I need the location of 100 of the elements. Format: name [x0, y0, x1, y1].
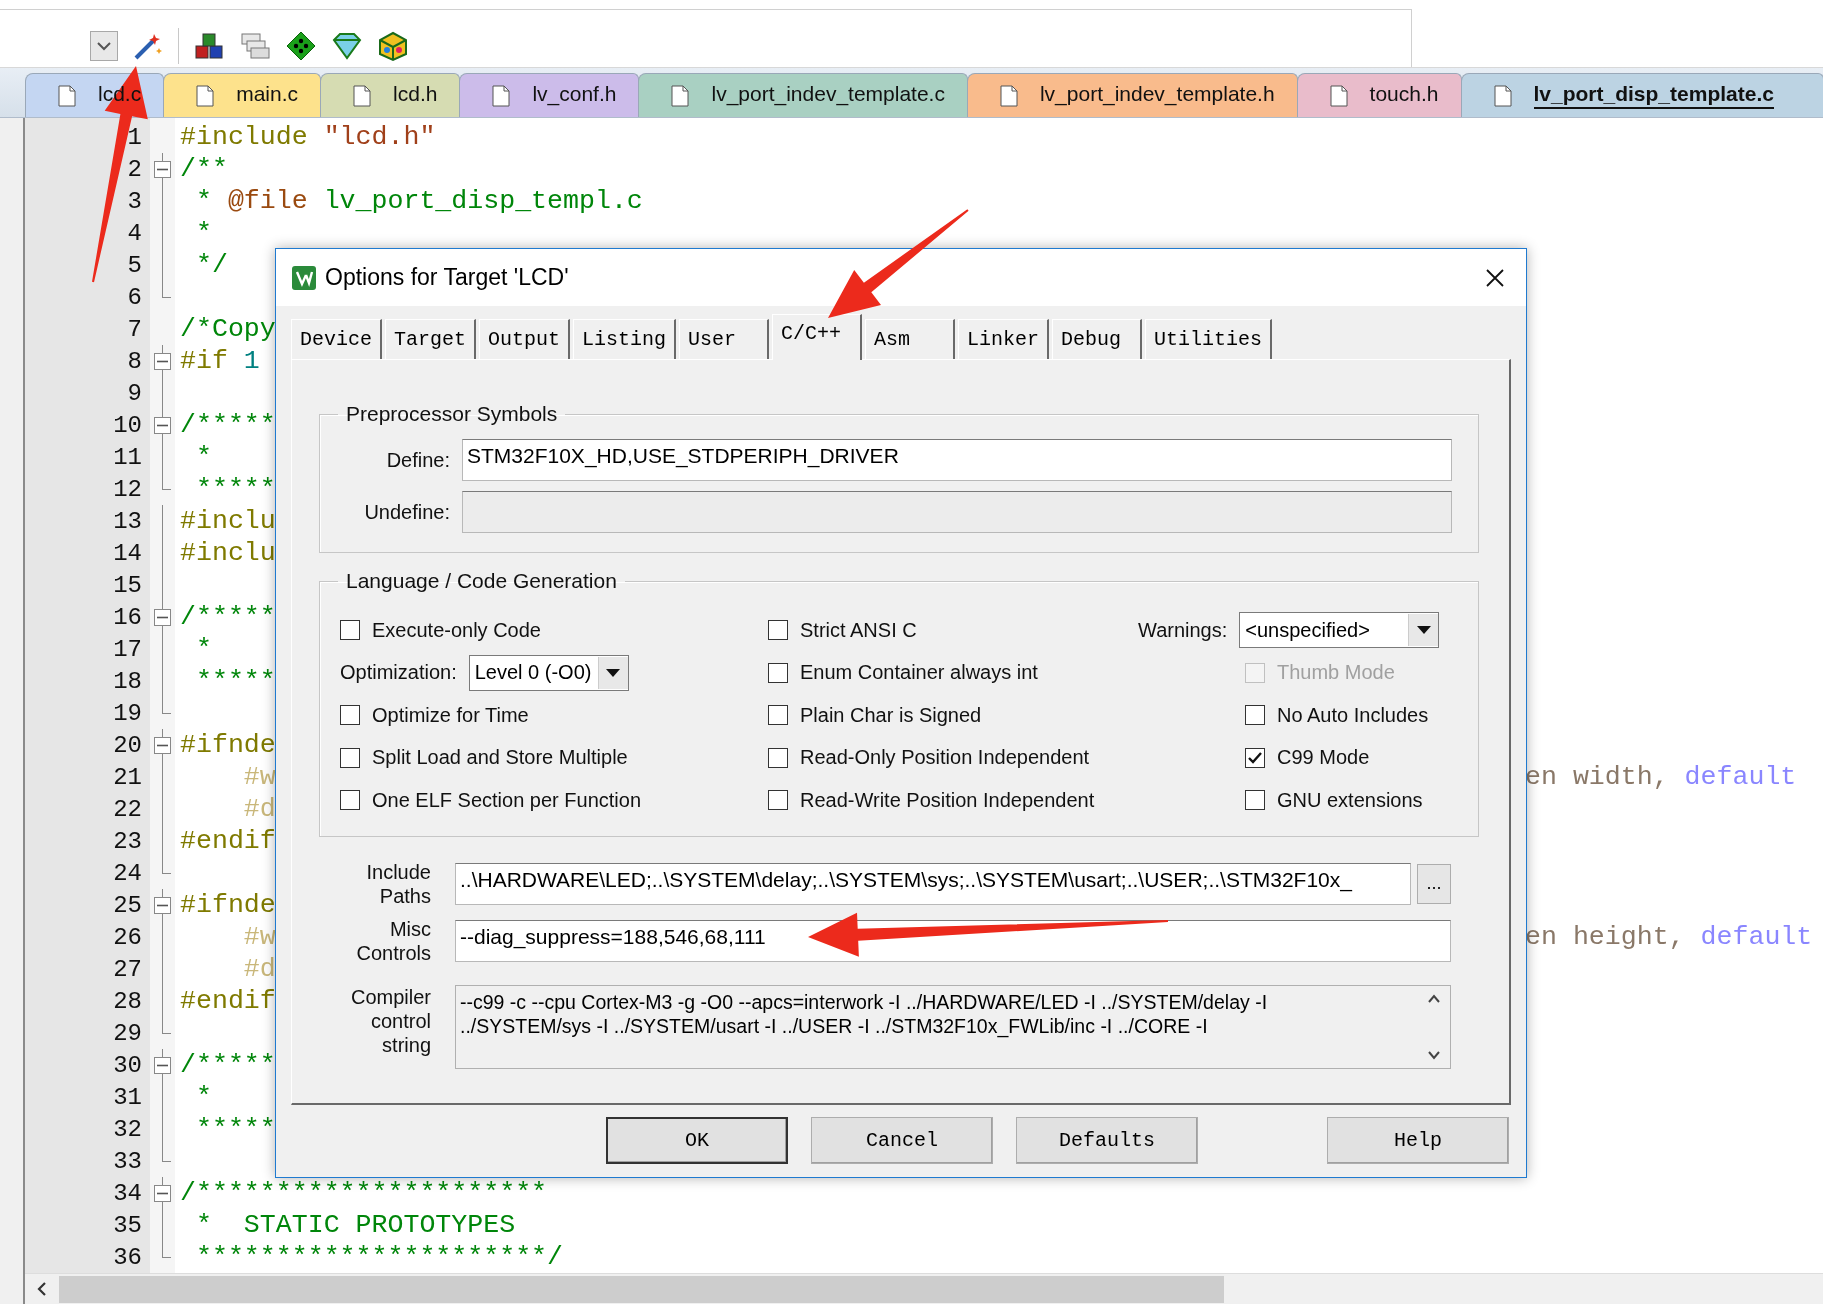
code-line: en height, default: [1525, 922, 1813, 952]
input-field[interactable]: STM32F10X_HD,USE_STDPERIPH_DRIVER: [462, 439, 1452, 481]
browse-button[interactable]: ...: [1417, 863, 1451, 904]
tab[interactable]: C/C++: [772, 314, 863, 360]
fold-toggle[interactable]: [154, 608, 171, 626]
chevron-icon: [96, 40, 112, 51]
file-icon: [492, 84, 511, 107]
dialog-button[interactable]: OK: [606, 1117, 788, 1164]
line-number: 31: [112, 1083, 143, 1111]
window-title: Options for Target 'LCD': [325, 264, 570, 291]
checkbox-label: Strict ANSI C: [800, 618, 917, 642]
file-tab[interactable]: lv_conf.h: [459, 73, 640, 117]
line-number: 27: [112, 955, 143, 983]
tab[interactable]: Linker: [958, 319, 1050, 359]
checkbox[interactable]: [1245, 790, 1265, 811]
checkbox-label: Read-Write Position Independent: [800, 788, 1095, 812]
file-tab[interactable]: touch.h: [1296, 73, 1462, 117]
checkbox[interactable]: [768, 620, 788, 641]
file-icon: [353, 84, 372, 107]
checkbox[interactable]: [340, 790, 360, 811]
code-line: #w: [242, 762, 276, 792]
line-number: 17: [112, 635, 143, 663]
line-number: 16: [112, 603, 143, 631]
caret-icon: [606, 668, 621, 677]
dropdown-button[interactable]: [90, 30, 118, 61]
code-line: *: [194, 634, 212, 664]
fold-toggle[interactable]: [154, 736, 171, 754]
line-number: 32: [112, 1115, 143, 1143]
code-line: #inclu: [180, 538, 276, 568]
close-icon: [1485, 267, 1505, 288]
code-line: * STATIC PROTOTYPES: [194, 1210, 516, 1240]
code-line: *: [194, 1082, 212, 1112]
line-number: 1: [126, 123, 143, 151]
file-tab[interactable]: main.c: [163, 73, 322, 117]
line-number: 15: [112, 571, 143, 599]
app-icon: [291, 264, 317, 291]
tab[interactable]: Device: [291, 319, 382, 359]
fold-toggle[interactable]: [154, 896, 171, 914]
line-number: 5: [126, 251, 143, 279]
tab[interactable]: Asm: [865, 319, 956, 359]
tab[interactable]: Output: [479, 319, 571, 359]
line-number: 19: [112, 699, 143, 727]
fold-toggle[interactable]: [154, 1056, 171, 1074]
line-number: 14: [112, 539, 143, 567]
line-number: 26: [112, 923, 143, 951]
checkbox[interactable]: [1245, 747, 1265, 768]
file-tab[interactable]: lv_port_indev_template.c: [638, 73, 968, 117]
line-number: 22: [112, 795, 143, 823]
field-label: Undefine:: [363, 500, 450, 524]
code-line: *****: [194, 1114, 276, 1144]
code-line: /**: [180, 154, 228, 184]
line-number: 20: [112, 731, 143, 759]
checkbox-label: One ELF Section per Function: [372, 788, 642, 812]
code-line: #ifnde: [180, 890, 276, 920]
checkbox-label: C99 Mode: [1277, 746, 1370, 770]
dialog-button[interactable]: Cancel: [811, 1117, 993, 1164]
package-icon[interactable]: [377, 29, 409, 62]
fold-toggle[interactable]: [154, 160, 171, 178]
line-number: 21: [112, 763, 143, 791]
file-icon: [999, 84, 1018, 107]
line-number: 3: [126, 187, 143, 215]
checkbox[interactable]: [768, 705, 788, 726]
code-line: #d: [242, 954, 276, 984]
tab[interactable]: Utilities: [1145, 319, 1273, 359]
checkbox[interactable]: [340, 747, 360, 768]
scroll-left-icon[interactable]: [35, 1281, 49, 1297]
tab[interactable]: User: [679, 319, 770, 359]
scrollbar-thumb[interactable]: [59, 1275, 1224, 1303]
caret-icon: [1416, 626, 1431, 635]
dropdown[interactable]: Level 0 (-O0): [468, 654, 629, 691]
dialog-button[interactable]: Help: [1327, 1117, 1509, 1164]
checkbox[interactable]: [1245, 705, 1265, 726]
checkbox[interactable]: [768, 662, 788, 683]
file-tab[interactable]: lv_port_indev_template.h: [966, 73, 1298, 117]
fold-toggle[interactable]: [154, 352, 171, 370]
dialog-button[interactable]: Defaults: [1016, 1117, 1198, 1164]
file-tab[interactable]: lcd.h: [320, 73, 461, 117]
checkbox[interactable]: [768, 747, 788, 768]
input-field[interactable]: --diag_suppress=188,546,68,111: [455, 919, 1451, 962]
field-label: Include Paths: [365, 859, 431, 908]
input-field[interactable]: ..\HARDWARE\LED;..\SYSTEM\delay;..\SYSTEM\sys;..\SYSTEM\usart;..\USER;..\STM32F10x_: [455, 862, 1411, 905]
checkbox-label: No Auto Includes: [1277, 703, 1429, 727]
tab[interactable]: Target: [385, 319, 477, 359]
checkbox[interactable]: [340, 705, 360, 726]
line-number: 13: [112, 507, 143, 535]
fold-toggle[interactable]: [154, 1184, 171, 1202]
dropdown[interactable]: <unspecified>: [1239, 612, 1440, 649]
field-label: Define:: [385, 448, 450, 472]
checkbox[interactable]: [768, 790, 788, 811]
diamond-icon[interactable]: [285, 29, 317, 62]
line-number: 11: [112, 443, 143, 471]
tab[interactable]: Listing: [573, 319, 677, 359]
tab[interactable]: Debug: [1052, 319, 1143, 359]
scroll-up-icon[interactable]: [1427, 993, 1441, 1003]
checkbox[interactable]: [340, 620, 360, 641]
fold-toggle[interactable]: [154, 416, 171, 434]
line-number: 29: [112, 1019, 143, 1047]
text-area[interactable]: --c99 -c --cpu Cortex-M3 -g -O0 --apcs=interwork -I ../HARDWARE/LED -I ../SYSTEM/delay -I ../SYSTEM/sys -I ../SYSTEM/usart -I ../USER -I ../STM32F10x_FWLib/inc -I ../CORE -I: [455, 984, 1451, 1069]
scroll-down-icon[interactable]: [1427, 1050, 1441, 1060]
file-tab[interactable]: lv_port_disp_template.c: [1460, 73, 1823, 117]
